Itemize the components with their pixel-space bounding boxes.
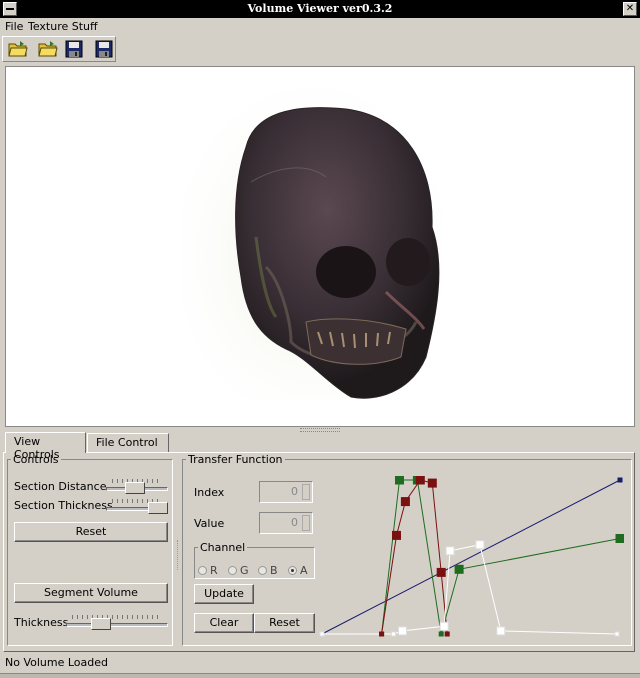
tf-series-line-1: [381, 479, 621, 635]
tf-control-point[interactable]: [454, 564, 464, 574]
section-distance-label: Section Distance: [14, 480, 107, 493]
open-folder-icon[interactable]: [38, 40, 60, 60]
menu-file[interactable]: File: [5, 20, 23, 33]
tf-control-point[interactable]: [475, 540, 485, 550]
tf-control-point[interactable]: [445, 546, 455, 556]
value-value: 0: [291, 516, 298, 529]
tf-control-point[interactable]: [319, 631, 325, 637]
index-value: 0: [291, 485, 298, 498]
panel-splitter[interactable]: [177, 540, 180, 570]
window-bottom-edge: [0, 673, 640, 678]
tf-control-point[interactable]: [427, 478, 437, 488]
status-bar: No Volume Loaded: [0, 653, 640, 673]
tf-series-line-0: [321, 479, 621, 635]
tf-control-point[interactable]: [400, 497, 410, 507]
tf-control-point[interactable]: [615, 534, 624, 543]
tab-view-controls[interactable]: View Controls: [5, 432, 86, 461]
radio-selected-icon: [288, 566, 297, 575]
open-folder-icon[interactable]: [8, 40, 30, 60]
tf-control-point[interactable]: [614, 631, 620, 637]
window-title: Volume Viewer ver0.3.2: [247, 2, 393, 15]
transfer-function-editor[interactable]: [318, 476, 624, 638]
controls-reset-button[interactable]: Reset: [14, 522, 168, 542]
menu-bar: File Texture Stuff: [0, 18, 640, 36]
clear-button[interactable]: Clear: [194, 613, 254, 633]
volume-render-viewport[interactable]: [5, 66, 635, 427]
tab-file-control[interactable]: File Control: [87, 433, 169, 452]
tf-control-point[interactable]: [438, 631, 444, 637]
update-button[interactable]: Update: [194, 584, 254, 604]
channel-g-radio[interactable]: G: [228, 564, 249, 577]
index-label: Index: [194, 486, 225, 499]
save-disk-icon[interactable]: [64, 40, 86, 60]
spin-arrows-icon[interactable]: [302, 484, 310, 500]
spin-arrows-icon[interactable]: [302, 515, 310, 531]
tf-control-point[interactable]: [392, 530, 401, 540]
thickness-slider[interactable]: [66, 615, 168, 631]
tf-control-point[interactable]: [617, 477, 623, 483]
value-spinbox[interactable]: 0: [259, 512, 313, 534]
tf-control-point[interactable]: [379, 631, 385, 637]
title-bar: Volume Viewer ver0.3.2 ✕: [0, 0, 640, 18]
transfer-function-title: Transfer Function: [186, 453, 285, 466]
tf-control-point[interactable]: [391, 631, 396, 637]
save-as-disk-icon[interactable]: [94, 40, 116, 60]
channel-title: Channel: [198, 541, 248, 554]
menu-texture-stuff[interactable]: Texture Stuff: [28, 20, 98, 33]
channel-b-radio[interactable]: B: [258, 564, 278, 577]
tf-control-point[interactable]: [439, 621, 449, 631]
section-thickness-slider[interactable]: [106, 499, 168, 515]
thickness-label: Thickness: [14, 616, 69, 629]
channel-a-radio[interactable]: A: [288, 564, 308, 577]
value-label: Value: [194, 517, 225, 530]
status-text: No Volume Loaded: [5, 656, 109, 669]
channel-r-radio[interactable]: R: [198, 564, 218, 577]
tf-control-point[interactable]: [395, 476, 404, 485]
skull-volume-render: [182, 79, 442, 399]
section-distance-slider[interactable]: [106, 479, 168, 495]
section-thickness-label: Section Thickness: [14, 499, 113, 512]
tf-control-point[interactable]: [436, 567, 446, 577]
tf-control-point[interactable]: [398, 626, 407, 636]
toolbar: [2, 36, 116, 62]
tf-reset-button[interactable]: Reset: [254, 613, 315, 633]
splitter-handle[interactable]: [300, 428, 340, 432]
close-button[interactable]: ✕: [623, 2, 637, 16]
tf-control-point[interactable]: [444, 631, 450, 637]
index-spinbox[interactable]: 0: [259, 481, 313, 503]
segment-volume-button[interactable]: Segment Volume: [14, 583, 168, 603]
radio-icon: [258, 566, 267, 575]
radio-icon: [228, 566, 237, 575]
radio-icon: [198, 566, 207, 575]
tf-control-point[interactable]: [415, 476, 425, 485]
tf-control-point[interactable]: [496, 626, 506, 636]
